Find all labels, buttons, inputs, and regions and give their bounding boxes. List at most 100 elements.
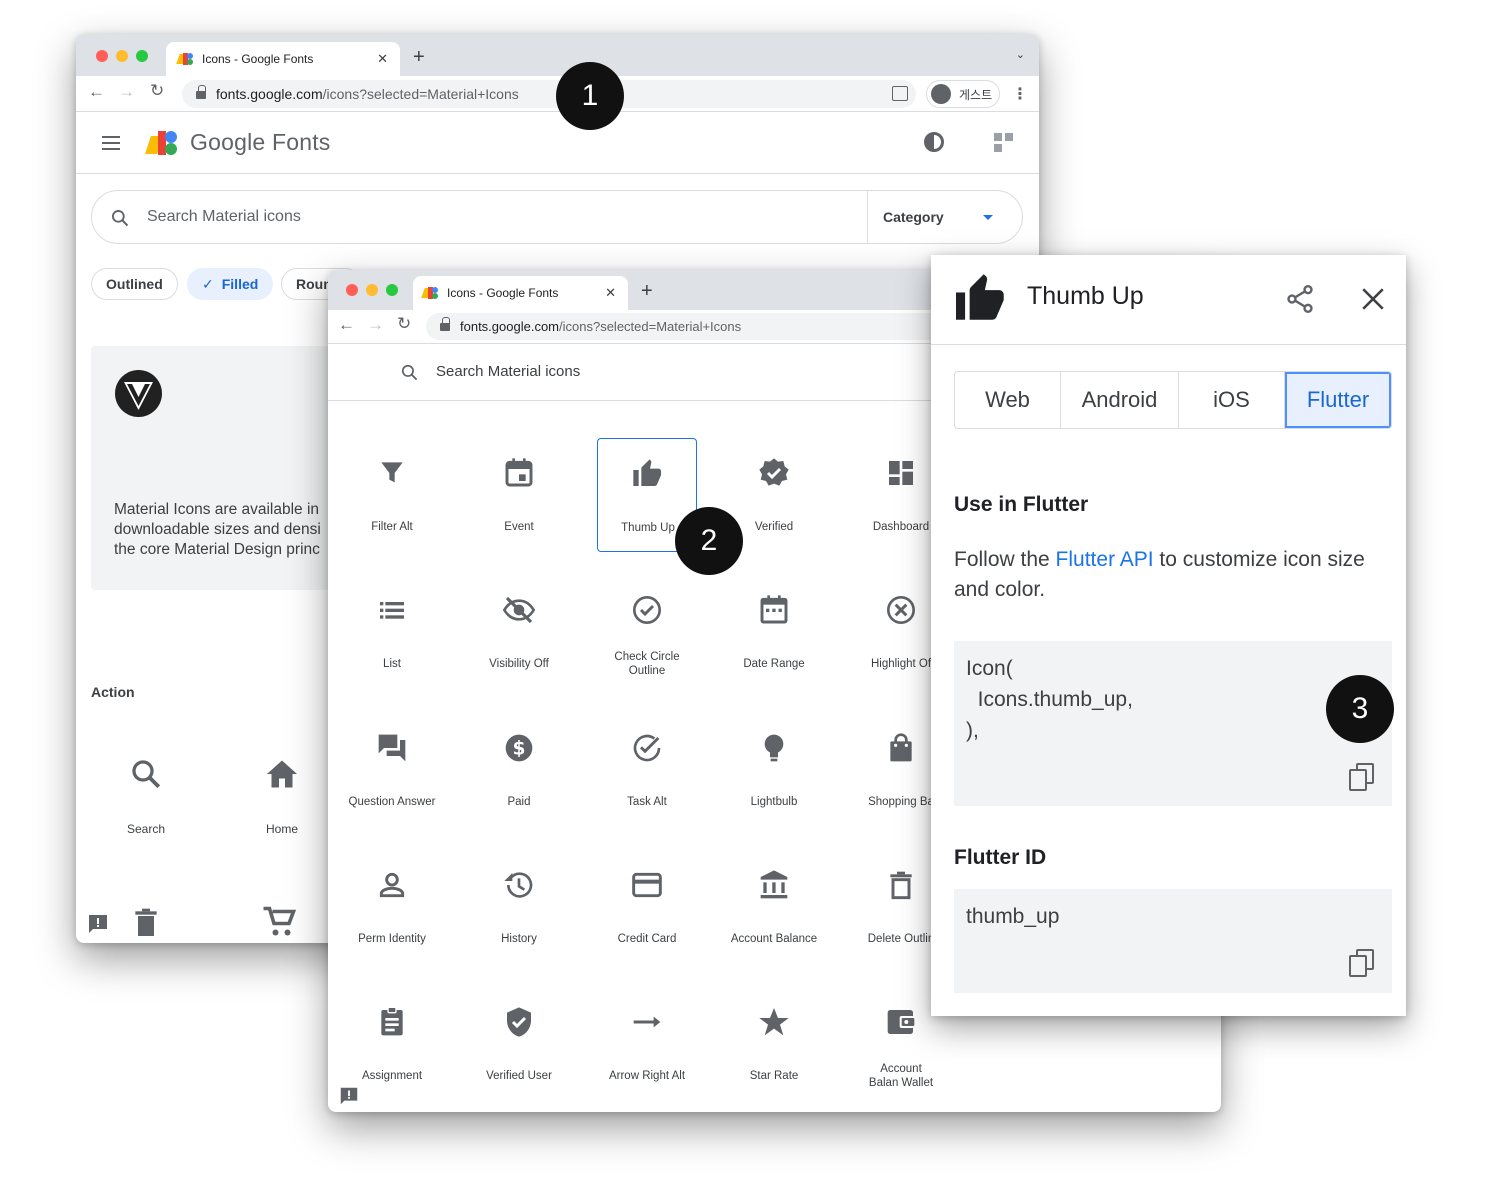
icon-cell[interactable]: Lightbulb — [724, 713, 824, 827]
close-tab-icon[interactable]: ✕ — [377, 51, 388, 67]
icon-label: Date Range — [743, 658, 805, 670]
dropdown-caret-icon[interactable] — [983, 215, 993, 220]
chip-label: Filled — [221, 276, 259, 292]
icon-label: Search — [126, 822, 166, 836]
callout-3: 3 — [1326, 675, 1394, 743]
google-fonts-favicon — [421, 285, 439, 301]
minimize-window-button[interactable] — [116, 50, 128, 62]
browser-tab[interactable]: Icons - Google Fonts ✕ — [166, 42, 400, 76]
back-arrow-icon[interactable]: ← — [88, 82, 105, 102]
code-line: Icon( — [966, 657, 1013, 680]
icon-cell[interactable]: Event — [469, 438, 569, 552]
tab-flutter[interactable]: Flutter — [1285, 372, 1391, 428]
icon-cell[interactable]: Credit Card — [597, 850, 697, 964]
icon-cell[interactable]: Task Alt — [597, 713, 697, 827]
menu-icon[interactable] — [102, 136, 120, 150]
chip-label: Outlined — [106, 276, 163, 292]
maximize-window-button[interactable] — [386, 284, 398, 296]
icon-cell[interactable]: Assignment — [342, 987, 442, 1101]
reload-icon[interactable]: ↻ — [150, 81, 164, 101]
code-line: ), — [966, 719, 979, 742]
close-icon[interactable] — [1360, 286, 1386, 312]
window-controls[interactable] — [346, 284, 398, 296]
share-icon[interactable] — [1284, 282, 1316, 316]
icon-cell[interactable]: Perm Identity — [342, 850, 442, 964]
minimize-window-button[interactable] — [366, 284, 378, 296]
task-alt-icon — [633, 734, 661, 762]
icon-cell[interactable]: Star Rate — [724, 987, 824, 1101]
lock-icon — [440, 317, 450, 332]
url-field[interactable]: fonts.google.com/icons?selected=Material… — [426, 313, 946, 340]
chip-label: Roun — [296, 276, 332, 292]
icon-cell[interactable]: History — [469, 850, 569, 964]
shopping-cart-icon[interactable] — [262, 904, 298, 940]
flutter-api-link[interactable]: Flutter API — [1056, 548, 1154, 571]
icon-label: History — [501, 933, 537, 945]
back-arrow-icon[interactable]: ← — [338, 315, 355, 335]
apps-grid-icon[interactable] — [994, 133, 1014, 153]
forward-arrow-icon[interactable]: → — [118, 82, 135, 102]
more-menu-icon[interactable]: ⋮ — [1012, 84, 1028, 104]
icon-cell[interactable]: Date Range — [724, 575, 824, 689]
url-path: /icons?selected=Material+Icons — [322, 86, 519, 102]
copy-icon[interactable] — [1349, 763, 1375, 791]
tab-title: Icons - Google Fonts — [447, 286, 559, 300]
profile-chip[interactable]: 게스트 — [926, 80, 1000, 108]
perm-identity-icon — [379, 872, 405, 898]
browser-tab[interactable]: Icons - Google Fonts ✕ — [413, 276, 628, 310]
search-input[interactable]: Search Material icons — [147, 208, 301, 226]
icon-cell[interactable]: Verified User — [469, 987, 569, 1101]
chip-filled[interactable]: ✓ Filled — [187, 268, 274, 300]
category-dropdown[interactable]: Category — [883, 209, 944, 225]
search-icon[interactable] — [128, 756, 164, 792]
search-divider — [867, 191, 868, 243]
translate-icon[interactable] — [892, 86, 908, 101]
chip-outlined[interactable]: Outlined — [91, 268, 178, 300]
site-name[interactable]: Google Fonts — [190, 129, 330, 156]
info-line: Material Icons are available in — [114, 501, 320, 518]
feedback-icon[interactable] — [86, 912, 110, 936]
search-icon — [401, 364, 418, 381]
icon-cell[interactable]: Check Circle Outline — [597, 575, 697, 689]
icon-cell[interactable]: Arrow Right Alt — [597, 987, 697, 1101]
window-controls[interactable] — [96, 50, 148, 62]
filter-alt-icon — [381, 462, 403, 483]
icon-cell[interactable]: List — [342, 575, 442, 689]
lightbulb-icon — [764, 734, 784, 762]
tab-web[interactable]: Web — [955, 372, 1061, 428]
star-rate-icon — [759, 1008, 789, 1036]
icon-label: Account Balance — [730, 933, 818, 945]
icon-cell[interactable]: Question Answer — [342, 713, 442, 827]
search-input[interactable]: Search Material icons — [436, 363, 580, 380]
new-tab-icon[interactable]: + — [641, 280, 653, 303]
tab-ios[interactable]: iOS — [1179, 372, 1285, 428]
close-window-button[interactable] — [346, 284, 358, 296]
icon-detail-panel: Thumb Up Web Android iOS Flutter Use in … — [931, 255, 1406, 1016]
search-bar[interactable]: Search Material icons Category — [91, 190, 1023, 244]
icon-cell[interactable]: Visibility Off — [469, 575, 569, 689]
delete-icon[interactable] — [130, 904, 162, 940]
icon-label: Lightbulb — [750, 796, 798, 808]
profile-label: 게스트 — [959, 87, 993, 102]
flutter-id-heading: Flutter ID — [954, 846, 1047, 869]
icon-label: Question Answer — [348, 796, 436, 808]
icon-cell[interactable]: $ Paid — [469, 713, 569, 827]
tab-search-chevron-icon[interactable]: ⌄ — [1016, 48, 1025, 61]
tab-android[interactable]: Android — [1061, 372, 1179, 428]
assignment-icon — [381, 1006, 403, 1036]
arrow-right-alt-icon — [633, 1016, 661, 1028]
copy-icon[interactable] — [1349, 949, 1375, 977]
url-field[interactable]: fonts.google.com/icons?selected=Material… — [182, 80, 916, 108]
theme-toggle-icon[interactable] — [924, 132, 944, 152]
new-tab-icon[interactable]: + — [413, 46, 425, 69]
feedback-icon[interactable] — [338, 1085, 360, 1107]
icon-cell[interactable]: Filter Alt — [342, 438, 442, 552]
home-icon[interactable] — [264, 756, 300, 792]
maximize-window-button[interactable] — [136, 50, 148, 62]
forward-arrow-icon[interactable]: → — [367, 315, 384, 335]
close-window-button[interactable] — [96, 50, 108, 62]
icon-cell[interactable]: Account Balance — [724, 850, 824, 964]
check-circle-outline-icon — [633, 596, 661, 624]
reload-icon[interactable]: ↻ — [397, 314, 411, 334]
close-tab-icon[interactable]: ✕ — [605, 285, 616, 301]
